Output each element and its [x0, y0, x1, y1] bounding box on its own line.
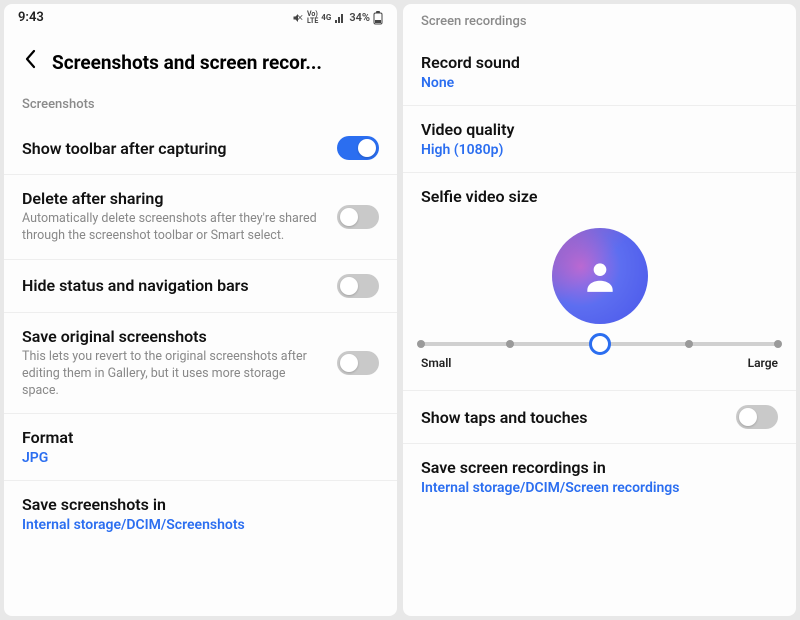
save-original-sub: This lets you revert to the original scr… [22, 349, 325, 400]
header: Screenshots and screen recor... [4, 29, 397, 93]
hide-bars-row[interactable]: Hide status and navigation bars [4, 260, 397, 313]
show-taps-row[interactable]: Show taps and touches [403, 391, 796, 444]
save-screenshots-in-row[interactable]: Save screenshots in Internal storage/DCI… [4, 481, 397, 547]
show-toolbar-toggle[interactable] [337, 136, 379, 160]
save-recordings-in-row[interactable]: Save screen recordings in Internal stora… [403, 444, 796, 510]
page-title: Screenshots and screen recor... [52, 51, 322, 74]
show-toolbar-title: Show toolbar after capturing [22, 139, 325, 158]
slider-min-label: Small [421, 356, 451, 370]
save-screenshots-in-title: Save screenshots in [22, 495, 379, 514]
signal-icon [334, 12, 346, 24]
avatar-icon [552, 228, 648, 324]
section-screenshots-label: Screenshots [4, 93, 397, 122]
hide-bars-toggle[interactable] [337, 274, 379, 298]
slider-max-label: Large [748, 356, 778, 370]
selfie-preview [421, 228, 778, 324]
show-toolbar-row[interactable]: Show toolbar after capturing [4, 122, 397, 175]
save-original-row[interactable]: Save original screenshots This lets you … [4, 313, 397, 415]
slider-thumb[interactable] [589, 333, 611, 355]
format-row[interactable]: Format JPG [4, 414, 397, 481]
battery-icon [373, 11, 383, 25]
network-4g-icon: 4G [321, 13, 331, 22]
delete-after-sharing-row[interactable]: Delete after sharing Automatically delet… [4, 175, 397, 260]
video-quality-row[interactable]: Video quality High (1080p) [403, 106, 796, 173]
mute-icon [292, 12, 304, 24]
save-recordings-in-title: Save screen recordings in [421, 458, 778, 477]
battery-text: 34% [349, 11, 370, 24]
video-quality-value: High (1080p) [421, 142, 778, 158]
selfie-size-slider[interactable] [421, 342, 778, 346]
hide-bars-title: Hide status and navigation bars [22, 276, 325, 295]
back-icon[interactable] [22, 49, 38, 75]
volte-icon: Vo)LTE [307, 11, 318, 25]
video-quality-title: Video quality [421, 120, 778, 139]
status-bar: 9:43 Vo)LTE 4G 34% [4, 4, 397, 29]
save-recordings-in-value: Internal storage/DCIM/Screen recordings [421, 480, 778, 496]
section-recordings-label: Screen recordings [403, 4, 796, 39]
left-panel: 9:43 Vo)LTE 4G 34% Screenshots and scree… [4, 4, 397, 616]
show-taps-title: Show taps and touches [421, 408, 724, 427]
save-original-title: Save original screenshots [22, 327, 325, 346]
delete-after-sharing-title: Delete after sharing [22, 189, 325, 208]
save-original-toggle[interactable] [337, 351, 379, 375]
record-sound-title: Record sound [421, 53, 778, 72]
record-sound-value: None [421, 75, 778, 91]
selfie-video-size-block: Selfie video size Small Large [403, 173, 796, 391]
format-title: Format [22, 428, 379, 447]
slider-labels: Small Large [421, 356, 778, 370]
selfie-video-size-title: Selfie video size [421, 187, 778, 206]
delete-after-sharing-toggle[interactable] [337, 205, 379, 229]
save-screenshots-in-value: Internal storage/DCIM/Screenshots [22, 517, 379, 533]
right-panel: Screen recordings Record sound None Vide… [403, 4, 796, 616]
delete-after-sharing-sub: Automatically delete screenshots after t… [22, 211, 325, 245]
format-value: JPG [22, 450, 379, 466]
record-sound-row[interactable]: Record sound None [403, 39, 796, 106]
show-taps-toggle[interactable] [736, 405, 778, 429]
status-time: 9:43 [18, 10, 44, 25]
status-indicators: Vo)LTE 4G 34% [292, 11, 383, 25]
